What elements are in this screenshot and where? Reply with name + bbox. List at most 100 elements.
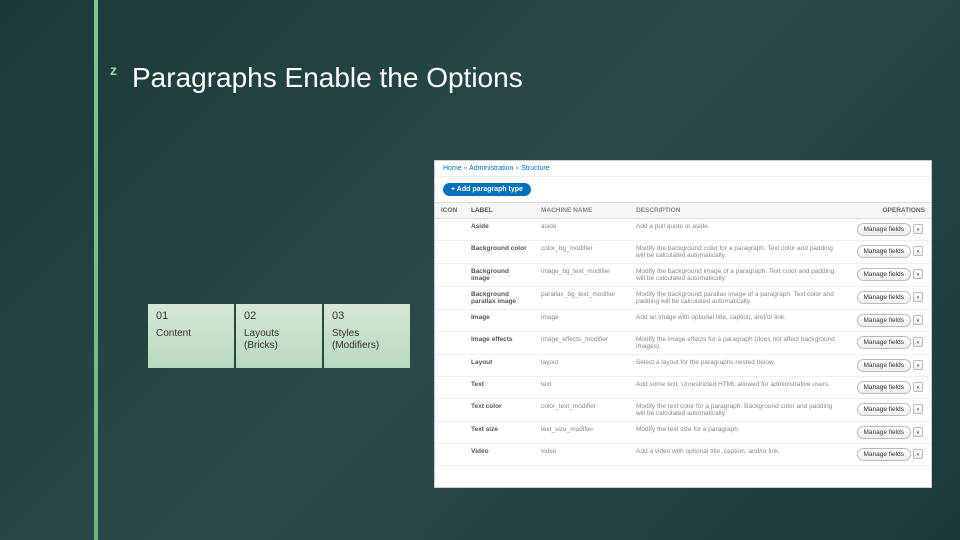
cell-machine-name: video bbox=[535, 444, 630, 466]
dropdown-toggle-icon[interactable]: ▾ bbox=[913, 360, 923, 370]
cell-icon bbox=[435, 422, 465, 444]
dropdown-toggle-icon[interactable]: ▾ bbox=[913, 449, 923, 459]
manage-fields-button[interactable]: Manage fields bbox=[857, 448, 911, 461]
cell-operations: Manage fields▾ bbox=[846, 241, 931, 264]
card-label: Content bbox=[156, 328, 226, 340]
cell-machine-name: image bbox=[535, 310, 630, 332]
cell-description: Add some text. Unrestricted HTML allowed… bbox=[630, 377, 846, 399]
cell-machine-name: color_bg_modifier bbox=[535, 241, 630, 264]
cell-operations: Manage fields▾ bbox=[846, 444, 931, 466]
cell-label: Background image bbox=[465, 264, 535, 287]
dropdown-toggle-icon[interactable]: ▾ bbox=[913, 269, 923, 279]
th-label: LABEL bbox=[465, 203, 535, 219]
card-num: 01 bbox=[156, 310, 226, 322]
cell-description: Select a layout for the paragraphs neste… bbox=[630, 355, 846, 377]
cell-description: Modify the background image of a paragra… bbox=[630, 264, 846, 287]
cell-description: Modify the image effects for a paragraph… bbox=[630, 332, 846, 355]
cell-icon bbox=[435, 264, 465, 287]
add-paragraph-type-button[interactable]: + Add paragraph type bbox=[443, 183, 531, 196]
cell-label: Text size bbox=[465, 422, 535, 444]
manage-fields-button[interactable]: Manage fields bbox=[857, 359, 911, 372]
table-row: AsideasideAdd a pull quote or aside. Mana… bbox=[435, 219, 931, 241]
cell-icon bbox=[435, 444, 465, 466]
table-row: LayoutlayoutSelect a layout for the para… bbox=[435, 355, 931, 377]
th-icon: ICON bbox=[435, 203, 465, 219]
card-content: 01 Content bbox=[148, 304, 234, 368]
z-bullet-icon: z bbox=[110, 62, 126, 78]
breadcrumb-structure[interactable]: Structure bbox=[521, 165, 549, 172]
cell-description: Modify the text size for a paragraph. bbox=[630, 422, 846, 444]
cell-machine-name: image_effects_modifier bbox=[535, 332, 630, 355]
cell-machine-name: aside bbox=[535, 219, 630, 241]
cell-machine-name: color_text_modifier bbox=[535, 399, 630, 422]
manage-fields-button[interactable]: Manage fields bbox=[857, 381, 911, 394]
manage-fields-button[interactable]: Manage fields bbox=[857, 426, 911, 439]
cell-label: Text bbox=[465, 377, 535, 399]
manage-fields-button[interactable]: Manage fields bbox=[857, 336, 911, 349]
cell-operations: Manage fields▾ bbox=[846, 287, 931, 310]
manage-fields-button[interactable]: Manage fields bbox=[857, 403, 911, 416]
cell-icon bbox=[435, 399, 465, 422]
cell-operations: Manage fields▾ bbox=[846, 355, 931, 377]
cell-operations: Manage fields▾ bbox=[846, 264, 931, 287]
cell-operations: Manage fields▾ bbox=[846, 422, 931, 444]
cell-label: Background parallax image bbox=[465, 287, 535, 310]
cell-operations: Manage fields▾ bbox=[846, 332, 931, 355]
manage-fields-button[interactable]: Manage fields bbox=[857, 223, 911, 236]
cell-machine-name: text bbox=[535, 377, 630, 399]
table-row: TexttextAdd some text. Unrestricted HTML… bbox=[435, 377, 931, 399]
table-row: Background imageimage_bg_text_modifierMo… bbox=[435, 264, 931, 287]
cell-description: Modify the background color for a paragr… bbox=[630, 241, 846, 264]
dropdown-toggle-icon[interactable]: ▾ bbox=[913, 337, 923, 347]
cell-operations: Manage fields▾ bbox=[846, 399, 931, 422]
slide-title: Paragraphs Enable the Options bbox=[132, 62, 523, 94]
cell-icon bbox=[435, 241, 465, 264]
dropdown-toggle-icon[interactable]: ▾ bbox=[913, 404, 923, 414]
table-row: Text colorcolor_text_modifierModify the … bbox=[435, 399, 931, 422]
cell-label: Layout bbox=[465, 355, 535, 377]
manage-fields-button[interactable]: Manage fields bbox=[857, 268, 911, 281]
breadcrumb-admin[interactable]: Administration bbox=[469, 165, 513, 172]
cell-machine-name: parallax_bg_text_modifier bbox=[535, 287, 630, 310]
table-row: VideovideoAdd a video with optional titl… bbox=[435, 444, 931, 466]
cell-icon bbox=[435, 219, 465, 241]
card-styles: 03 Styles (Modifiers) bbox=[324, 304, 410, 368]
cell-operations: Manage fields▾ bbox=[846, 310, 931, 332]
cell-description: Modify the background parallax image of … bbox=[630, 287, 846, 310]
dropdown-toggle-icon[interactable]: ▾ bbox=[913, 382, 923, 392]
dropdown-toggle-icon[interactable]: ▾ bbox=[913, 427, 923, 437]
cell-description: Add a pull quote or aside. bbox=[630, 219, 846, 241]
card-num: 03 bbox=[332, 310, 402, 322]
cell-icon bbox=[435, 377, 465, 399]
manage-fields-button[interactable]: Manage fields bbox=[857, 291, 911, 304]
card-num: 02 bbox=[244, 310, 314, 322]
card-label: Layouts (Bricks) bbox=[244, 328, 314, 352]
paragraph-types-table: ICON LABEL MACHINE NAME DESCRIPTION OPER… bbox=[435, 202, 931, 466]
dropdown-toggle-icon[interactable]: ▾ bbox=[913, 224, 923, 234]
th-description: DESCRIPTION bbox=[630, 203, 846, 219]
table-row: Background parallax imageparallax_bg_tex… bbox=[435, 287, 931, 310]
option-cards: 01 Content 02 Layouts (Bricks) 03 Styles… bbox=[148, 304, 410, 368]
cell-label: Image effects bbox=[465, 332, 535, 355]
admin-screenshot: Home » Administration » Structure + Add … bbox=[434, 160, 932, 488]
th-operations: OPERATIONS bbox=[846, 203, 931, 219]
dropdown-toggle-icon[interactable]: ▾ bbox=[913, 315, 923, 325]
cell-description: Add a video with optional title, caption… bbox=[630, 444, 846, 466]
cell-icon bbox=[435, 287, 465, 310]
dropdown-toggle-icon[interactable]: ▾ bbox=[913, 246, 923, 256]
cell-icon bbox=[435, 310, 465, 332]
card-layouts: 02 Layouts (Bricks) bbox=[236, 304, 322, 368]
table-row: ImageimageAdd an image with optional tit… bbox=[435, 310, 931, 332]
breadcrumb: Home » Administration » Structure bbox=[435, 161, 931, 177]
cell-label: Image bbox=[465, 310, 535, 332]
manage-fields-button[interactable]: Manage fields bbox=[857, 314, 911, 327]
cell-operations: Manage fields▾ bbox=[846, 377, 931, 399]
cell-label: Video bbox=[465, 444, 535, 466]
cell-label: Aside bbox=[465, 219, 535, 241]
manage-fields-button[interactable]: Manage fields bbox=[857, 245, 911, 258]
cell-description: Add an image with optional title, captio… bbox=[630, 310, 846, 332]
cell-label: Text color bbox=[465, 399, 535, 422]
breadcrumb-home[interactable]: Home bbox=[443, 165, 462, 172]
dropdown-toggle-icon[interactable]: ▾ bbox=[913, 292, 923, 302]
cell-description: Modify the text color for a paragraph. B… bbox=[630, 399, 846, 422]
